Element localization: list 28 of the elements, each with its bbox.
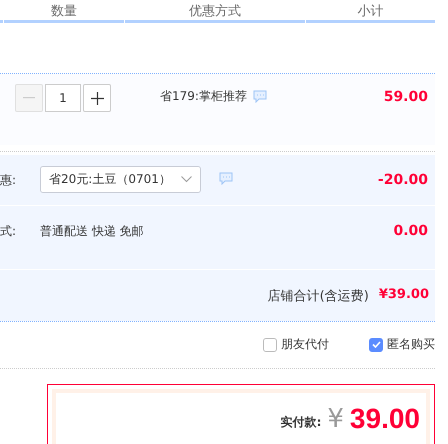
checkbox-option[interactable]: 朋友代付 [263,336,329,354]
check-icon [372,341,380,348]
shipping-method: 普通配送 快递 免邮 [40,222,144,240]
promotion-text: 省179:掌柜推荐 [160,88,247,106]
increase-button[interactable] [83,84,111,112]
column-header: 数量 [4,0,124,24]
coupon-select[interactable]: 省20元:土豆（0701） [40,166,201,193]
shop-total-amount: ¥39.00 [378,286,429,302]
message-icon[interactable] [219,172,233,185]
payment-label: 实付款: [280,414,322,432]
column-header: 小计 [306,0,435,24]
coupon-label: 惠: [0,172,18,189]
shop-total-label: 店铺合计(含运费) [268,288,369,305]
checkbox[interactable] [369,338,383,352]
shipping-fee: 0.00 [393,222,428,239]
minus-icon [23,97,35,100]
quantity-field[interactable]: 1 [45,84,81,112]
chevron-down-icon [181,176,192,183]
message-icon[interactable] [252,90,267,104]
discount-amount: -20.00 [378,172,428,188]
checkbox-option[interactable]: 匿名购买 [369,336,435,354]
checkbox[interactable] [263,338,277,352]
column-header: 优惠方式 [125,0,305,24]
currency-symbol: ¥ [327,404,344,434]
plus-icon [90,92,104,105]
subtotal-price: 59.00 [384,89,428,106]
shipping-label: 式: [0,222,18,240]
payment-amount: 39.00 [350,402,420,435]
